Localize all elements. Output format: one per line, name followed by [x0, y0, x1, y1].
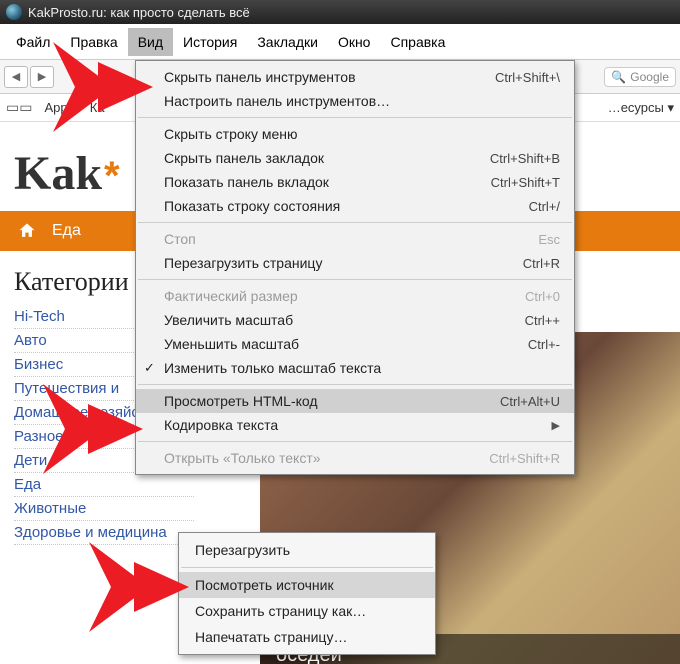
bookmark-item[interactable]: Ка	[90, 100, 105, 115]
context-menu-item[interactable]: Сохранить страницу как…	[179, 598, 435, 624]
menu-shortcut: Ctrl+Shift+\	[495, 70, 560, 85]
menu-item[interactable]: Увеличить масштабCtrl++	[136, 308, 574, 332]
category-link[interactable]: Животные	[14, 497, 194, 521]
back-button[interactable]: ◀	[4, 66, 28, 88]
menu-item[interactable]: Перезагрузить страницуCtrl+R	[136, 251, 574, 275]
menu-item-справка[interactable]: Справка	[380, 28, 455, 56]
menu-item-label: Фактический размер	[164, 288, 525, 304]
menu-item-файл[interactable]: Файл	[6, 28, 60, 56]
menu-shortcut: Ctrl+0	[525, 289, 560, 304]
globe-icon	[6, 4, 22, 20]
menu-item: СтопEsc	[136, 227, 574, 251]
category-link[interactable]: Здоровье и медицина	[14, 521, 194, 545]
menu-item[interactable]: Настроить панель инструментов…	[136, 89, 574, 113]
view-menu-dropdown: Скрыть панель инструментовCtrl+Shift+\ На…	[135, 60, 575, 475]
menu-shortcut: Ctrl++	[525, 313, 560, 328]
menu-shortcut: Ctrl+R	[523, 256, 560, 271]
menu-item: Фактический размерCtrl+0	[136, 284, 574, 308]
menu-item[interactable]: Скрыть строку меню	[136, 122, 574, 146]
menu-item-label: Уменьшить масштаб	[164, 336, 528, 352]
menu-item-окно[interactable]: Окно	[328, 28, 381, 56]
menu-item-закладки[interactable]: Закладки	[247, 28, 328, 56]
bookmark-item[interactable]: …есурсы ▾	[608, 100, 674, 116]
search-box[interactable]: 🔍 Google	[604, 67, 676, 87]
search-placeholder: Google	[630, 70, 669, 84]
context-menu-item[interactable]: Напечатать страницу…	[179, 624, 435, 650]
menu-item[interactable]: Просмотреть HTML-кодCtrl+Alt+U	[136, 389, 574, 413]
menu-item-label: Показать панель вкладок	[164, 174, 491, 190]
menu-item-label: Скрыть панель инструментов	[164, 69, 495, 85]
menu-item[interactable]: Показать панель вкладокCtrl+Shift+T	[136, 170, 574, 194]
menu-item-label: Скрыть панель закладок	[164, 150, 490, 166]
window-title: KakProsto.ru: как просто сделать всё	[28, 5, 250, 20]
home-icon[interactable]	[14, 218, 40, 244]
menu-item-история[interactable]: История	[173, 28, 247, 56]
menu-shortcut: Ctrl+-	[528, 337, 560, 352]
context-menu-item[interactable]: Посмотреть источник	[179, 572, 435, 598]
menu-item-label: Увеличить масштаб	[164, 312, 525, 328]
menu-shortcut: Ctrl+Shift+T	[491, 175, 560, 190]
window-titlebar: KakProsto.ru: как просто сделать всё	[0, 0, 680, 24]
forward-button[interactable]: ▶	[30, 66, 54, 88]
search-icon: 🔍	[611, 70, 626, 84]
context-menu: Перезагрузить Посмотреть источникСохранит…	[178, 532, 436, 655]
context-menu-item[interactable]: Перезагрузить	[179, 537, 435, 563]
menu-shortcut: Ctrl+Alt+U	[500, 394, 560, 409]
menu-item-label: Скрыть строку меню	[164, 126, 560, 142]
nav-item-food[interactable]: Еда	[52, 222, 81, 240]
bookmarks-icon: ▭▭	[6, 99, 32, 116]
menu-item-label: Перезагрузить страницу	[164, 255, 523, 271]
menu-item-label: Настроить панель инструментов…	[164, 93, 560, 109]
menu-shortcut: Ctrl+Shift+B	[490, 151, 560, 166]
logo-text: Kak	[14, 146, 102, 201]
menu-item: Открыть «Только текст»Ctrl+Shift+R	[136, 446, 574, 470]
menu-item[interactable]: Скрыть панель инструментовCtrl+Shift+\	[136, 65, 574, 89]
check-icon: ✓	[144, 360, 155, 376]
menubar: ФайлПравкаВидИсторияЗакладкиОкноСправка	[0, 24, 680, 60]
menu-item-label: Просмотреть HTML-код	[164, 393, 500, 409]
menu-shortcut: Esc	[538, 232, 560, 247]
menu-item-label: Стоп	[164, 231, 538, 247]
menu-item[interactable]: Кодировка текста ▶	[136, 413, 574, 437]
bookmark-item[interactable]: Apple	[44, 100, 77, 115]
bulb-icon: *	[102, 154, 122, 199]
menu-item-label: Открыть «Только текст»	[164, 450, 489, 466]
menu-item-label: Показать строку состояния	[164, 198, 529, 214]
menu-item-вид[interactable]: Вид	[128, 28, 173, 56]
menu-shortcut: Ctrl+/	[529, 199, 560, 214]
menu-item-правка[interactable]: Правка	[60, 28, 127, 56]
menu-item[interactable]: Уменьшить масштабCtrl+-	[136, 332, 574, 356]
menu-item[interactable]: Скрыть панель закладокCtrl+Shift+B	[136, 146, 574, 170]
menu-item-label: Изменить только масштаб текста	[164, 360, 560, 376]
menu-item[interactable]: Показать строку состоянияCtrl+/	[136, 194, 574, 218]
menu-item[interactable]: ✓ Изменить только масштаб текста	[136, 356, 574, 380]
submenu-arrow-icon: ▶	[552, 419, 560, 432]
menu-item-label: Кодировка текста	[164, 417, 544, 433]
category-link[interactable]: Еда	[14, 473, 194, 497]
menu-shortcut: Ctrl+Shift+R	[489, 451, 560, 466]
